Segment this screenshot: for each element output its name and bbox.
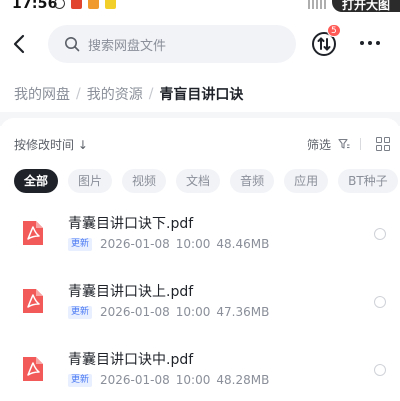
select-radio[interactable] [374, 296, 386, 308]
transfer-count-badge: 5 [327, 24, 341, 37]
pdf-file-icon [23, 357, 43, 381]
more-dot [360, 41, 364, 45]
breadcrumb-separator: / [76, 86, 81, 102]
file-row[interactable]: 青囊目讲口诀下.pdf 更新 2026-01-08 10:00 48.46MB [0, 206, 400, 274]
pdf-file-icon [23, 221, 43, 245]
select-radio[interactable] [374, 228, 386, 240]
file-time: 10:00 [175, 373, 211, 387]
more-dot [376, 41, 380, 45]
signal-icon [307, 0, 326, 9]
file-time: 10:00 [175, 237, 211, 251]
breadcrumb-item-root[interactable]: 我的网盘 [14, 84, 70, 104]
grid-cell [384, 145, 390, 151]
chip-documents[interactable]: 文档 [176, 169, 221, 193]
grid-cell [384, 137, 390, 143]
breadcrumb-separator: / [148, 86, 154, 102]
app-notification-icon [105, 0, 116, 9]
grid-cell [376, 145, 382, 151]
file-row[interactable]: 青囊目讲口诀上.pdf 更新 2026-01-08 10:00 47.36MB [0, 274, 400, 342]
status-time: 17:56 [12, 0, 58, 12]
file-date: 2026-01-08 [100, 373, 170, 387]
toolbar-divider [360, 138, 361, 150]
open-large-image-button[interactable]: 打开大图 [331, 0, 400, 12]
back-arrow-icon[interactable] [12, 34, 28, 54]
file-meta: 更新 2026-01-08 10:00 47.36MB [68, 305, 269, 319]
chip-videos[interactable]: 视频 [122, 169, 167, 193]
chip-images[interactable]: 图片 [68, 169, 113, 193]
update-tag: 更新 [68, 237, 93, 251]
file-meta: 更新 2026-01-08 10:00 48.28MB [68, 373, 269, 387]
grid-view-icon[interactable] [376, 137, 390, 151]
more-dot [368, 41, 372, 45]
select-radio[interactable] [374, 364, 386, 376]
alarm-icon [54, 0, 65, 9]
status-right: 打开大图 [307, 0, 400, 12]
sort-filter-row: 按修改时间 ↓ 筛选 [14, 136, 390, 154]
filter-button[interactable]: 筛选 [307, 136, 331, 153]
file-size: 48.28MB [216, 373, 270, 387]
search-icon [65, 37, 80, 52]
grid-cell [376, 137, 382, 143]
status-bar: 17:56 打开大图 [0, 0, 400, 12]
file-size: 47.36MB [216, 305, 270, 319]
category-chips: 全部 图片 视频 文档 音频 应用 BT种子 [14, 169, 398, 193]
file-size: 48.46MB [216, 237, 270, 251]
file-meta: 更新 2026-01-08 10:00 48.46MB [68, 237, 269, 251]
breadcrumb-item-resources[interactable]: 我的资源 [87, 84, 143, 104]
app-notification-icon [71, 0, 82, 9]
file-name: 青囊目讲口诀上.pdf [68, 284, 194, 300]
search-input[interactable]: 搜索网盘文件 [48, 25, 296, 63]
file-row[interactable]: 青囊目讲口诀中.pdf 更新 2026-01-08 10:00 48.28MB [0, 342, 400, 401]
file-list: 青囊目讲口诀下.pdf 更新 2026-01-08 10:00 48.46MB … [0, 206, 400, 401]
chip-bt-torrents[interactable]: BT种子 [338, 169, 398, 193]
chip-apps[interactable]: 应用 [284, 169, 329, 193]
search-placeholder: 搜索网盘文件 [88, 38, 167, 54]
file-name: 青囊目讲口诀中.pdf [68, 352, 194, 368]
status-notification-icons [54, 0, 116, 9]
file-name: 青囊目讲口诀下.pdf [68, 216, 194, 232]
app-notification-icon [88, 0, 99, 9]
breadcrumb: 我的网盘 / 我的资源 / 青盲目讲口诀 [14, 84, 243, 104]
pdf-file-icon [23, 289, 43, 313]
file-date: 2026-01-08 [100, 237, 170, 251]
chip-all[interactable]: 全部 [14, 169, 59, 193]
breadcrumb-current: 青盲目讲口诀 [159, 87, 244, 103]
file-date: 2026-01-08 [100, 305, 170, 319]
update-tag: 更新 [68, 305, 93, 319]
more-icon[interactable] [360, 41, 380, 45]
chip-audio[interactable]: 音频 [230, 169, 275, 193]
header: 搜索网盘文件 5 [0, 24, 400, 64]
filter-icon[interactable] [338, 138, 350, 150]
update-tag: 更新 [68, 373, 93, 387]
file-time: 10:00 [175, 305, 211, 319]
sort-button[interactable]: 按修改时间 ↓ [14, 136, 88, 153]
